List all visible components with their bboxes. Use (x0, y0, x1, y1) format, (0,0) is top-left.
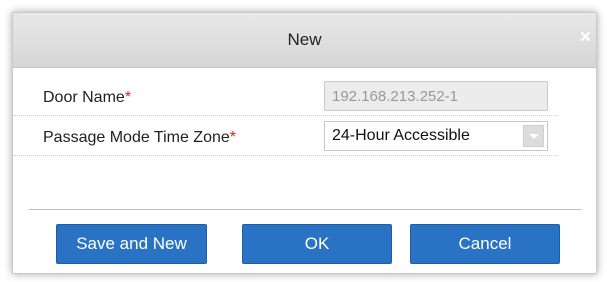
required-asterisk: * (229, 129, 236, 146)
dropdown-button[interactable] (523, 125, 544, 147)
new-door-dialog: New × Door Name* 192.168.213.252-1 Passa… (12, 12, 597, 274)
door-name-field: 192.168.213.252-1 (324, 81, 548, 111)
close-icon[interactable]: × (580, 28, 591, 48)
dialog-title-bar: New × (13, 13, 596, 68)
passage-mode-time-zone-label-text: Passage Mode Time Zone (43, 129, 230, 146)
footer-divider (29, 209, 582, 210)
door-name-label-text: Door Name (43, 89, 125, 106)
passage-mode-time-zone-value: 24-Hour Accessible (332, 127, 470, 144)
save-and-new-button[interactable]: Save and New (56, 224, 207, 264)
door-name-row: Door Name* 192.168.213.252-1 (13, 77, 558, 116)
required-asterisk: * (124, 89, 132, 106)
dialog-title: New (287, 30, 322, 49)
cancel-button[interactable]: Cancel (410, 224, 560, 264)
door-name-label: Door Name* (43, 89, 131, 107)
ok-button[interactable]: OK (242, 224, 392, 264)
passage-mode-time-zone-label: Passage Mode Time Zone* (43, 129, 236, 147)
passage-mode-time-zone-select[interactable]: 24-Hour Accessible (324, 121, 548, 151)
chevron-down-icon (529, 134, 539, 139)
passage-mode-time-zone-row: Passage Mode Time Zone* 24-Hour Accessib… (13, 117, 558, 156)
